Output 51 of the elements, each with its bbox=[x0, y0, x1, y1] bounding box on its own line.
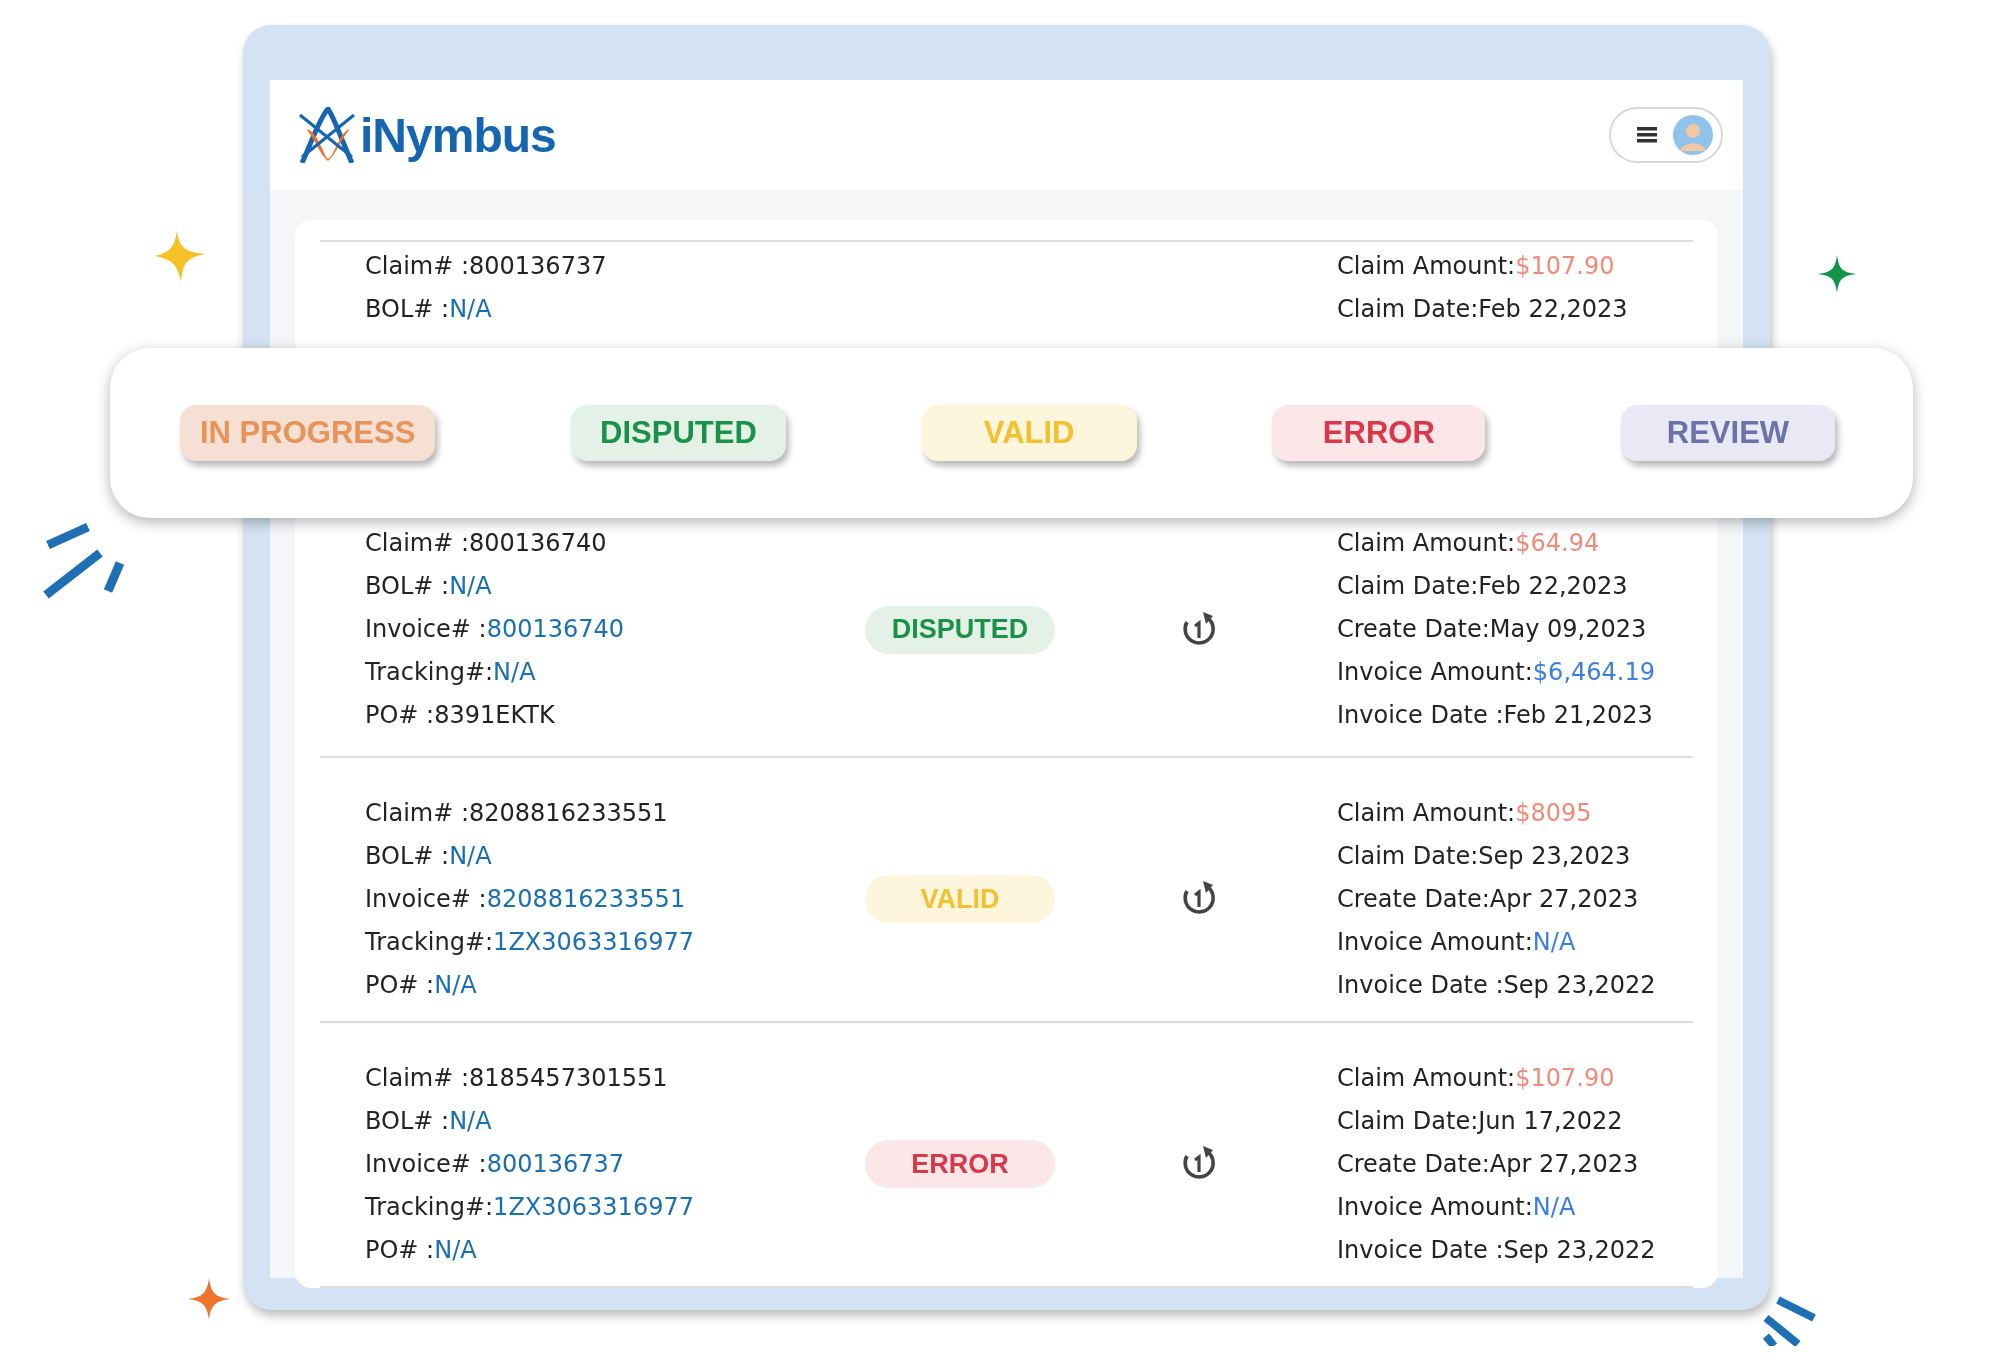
claim-field: Claim# :8185457301551 bbox=[365, 1056, 865, 1100]
claim-field: Invoice# :8208816233551 bbox=[365, 877, 865, 921]
claim-field: Claim Amount:$107.90 bbox=[1337, 245, 1628, 288]
status-badge: DISPUTED bbox=[865, 605, 1055, 654]
sparkle-icon bbox=[1818, 255, 1856, 293]
claim-field: Claim# :8208816233551 bbox=[365, 791, 865, 835]
avatar-icon bbox=[1673, 115, 1713, 155]
logo-text: iNymbus bbox=[360, 107, 556, 163]
claim-field: Invoice Date :Sep 23,2022 bbox=[1337, 963, 1656, 1007]
claim-field: Claim# :800136740 bbox=[365, 522, 865, 565]
claim-field: Invoice Date :Sep 23,2022 bbox=[1337, 1228, 1656, 1272]
claim-field: Tracking#:1ZX3063316977 bbox=[365, 920, 865, 964]
claim-field: Invoice Amount:N/A bbox=[1337, 1185, 1656, 1229]
claim-field: Claim Amount:$64.94 bbox=[1337, 522, 1655, 565]
claim-field: Invoice Amount:$6,464.19 bbox=[1337, 651, 1655, 694]
claim-field: BOL# :N/A bbox=[365, 834, 865, 878]
claim-field: Claim Date:Sep 23,2023 bbox=[1337, 834, 1656, 878]
claim-field: PO# :8391EKTK bbox=[365, 694, 865, 737]
claim-field: Create Date:May 09,2023 bbox=[1337, 608, 1655, 651]
status-badge: DISPUTED bbox=[571, 405, 786, 461]
claim-field: Tracking#:N/A bbox=[365, 651, 865, 694]
claim-field: Claim Date:Jun 17,2022 bbox=[1337, 1099, 1656, 1143]
status-badge: VALID bbox=[865, 875, 1055, 923]
logo-icon bbox=[298, 107, 356, 163]
status-badge: ERROR bbox=[865, 1140, 1055, 1188]
claim-field: Create Date:Apr 27,2023 bbox=[1337, 877, 1656, 921]
claim-field: Claim Date:Feb 22,2023 bbox=[1337, 288, 1628, 331]
claim-field: Invoice Date :Feb 21,2023 bbox=[1337, 694, 1655, 737]
claim-field: PO# :N/A bbox=[365, 1228, 865, 1272]
sparkle-icon bbox=[188, 1278, 230, 1320]
sparkle-icon bbox=[155, 230, 205, 282]
claim-field: BOL# :N/A bbox=[365, 1099, 865, 1143]
status-badge: ERROR bbox=[1272, 405, 1486, 461]
claim-field: Claim Date:Feb 22,2023 bbox=[1337, 565, 1655, 608]
status-badge: REVIEW bbox=[1620, 405, 1835, 461]
claim-field: Invoice# :800136740 bbox=[365, 608, 865, 651]
menu-icon bbox=[1637, 127, 1657, 143]
claim-field: Claim Amount:$8095 bbox=[1337, 791, 1656, 835]
claim-field: Invoice# :800136737 bbox=[365, 1142, 865, 1186]
claim-field: Tracking#:1ZX3063316977 bbox=[365, 1185, 865, 1229]
account-menu-button[interactable] bbox=[1609, 107, 1723, 163]
claim-field: Create Date:Apr 27,2023 bbox=[1337, 1142, 1656, 1186]
claim-field: Claim Amount:$107.90 bbox=[1337, 1056, 1656, 1100]
status-badge: IN PROGRESS bbox=[180, 405, 436, 461]
burst-lines-icon bbox=[1762, 1296, 1818, 1346]
claim-field: BOL# :N/A bbox=[365, 565, 865, 608]
claim-field: PO# :N/A bbox=[365, 963, 865, 1007]
claim-field: BOL# :N/A bbox=[365, 288, 865, 331]
claim-field: Claim# :800136737 bbox=[365, 245, 865, 288]
status-badge: VALID bbox=[921, 405, 1137, 461]
claim-field: Invoice Amount:N/A bbox=[1337, 920, 1656, 964]
